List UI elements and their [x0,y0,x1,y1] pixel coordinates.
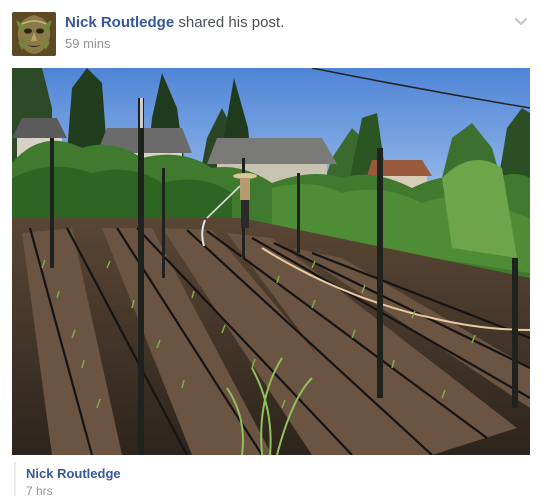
post-header: Nick Routledge shared his post. 59 mins [12,12,530,58]
action-text: shared his post. [178,14,285,31]
garden-rows-photo[interactable] [12,68,530,455]
chevron-down-icon[interactable] [514,14,528,26]
quote-divider [14,462,16,496]
avatar[interactable] [12,12,56,56]
author-name[interactable]: Nick Routledge [65,14,174,31]
original-post-timestamp[interactable]: 7 hrs [26,484,53,498]
post-headline: Nick Routledge shared his post. [65,13,284,33]
post-timestamp[interactable]: 59 mins [65,36,111,51]
original-author-name[interactable]: Nick Routledge [26,466,121,481]
green-man-face-icon [12,12,56,56]
